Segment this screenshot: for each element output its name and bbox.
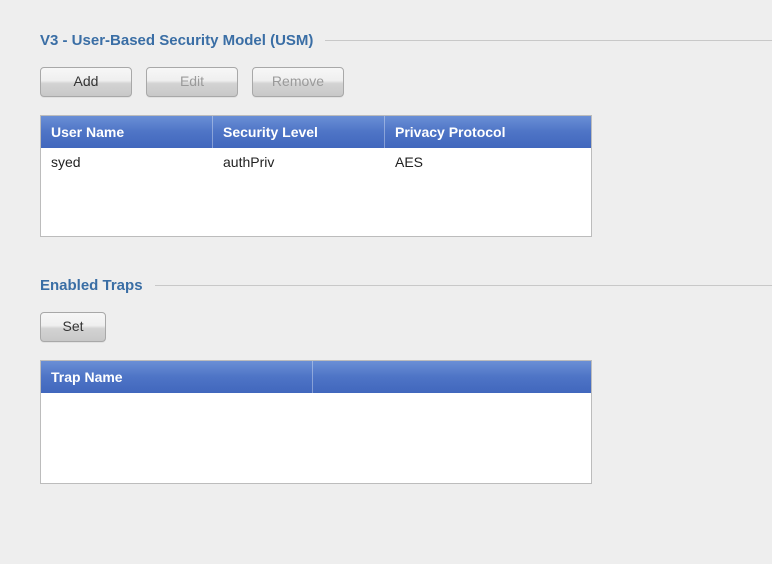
traps-col-blank[interactable] xyxy=(313,361,591,393)
traps-col-name[interactable]: Trap Name xyxy=(41,361,313,393)
usm-col-user[interactable]: User Name xyxy=(41,116,213,148)
usm-section-header: V3 - User-Based Security Model (USM) xyxy=(40,32,772,49)
usm-cell-user: syed xyxy=(41,154,213,170)
edit-button[interactable]: Edit xyxy=(146,67,238,97)
traps-section-header: Enabled Traps xyxy=(40,277,772,294)
usm-section-rule xyxy=(325,40,772,41)
usm-col-level[interactable]: Security Level xyxy=(213,116,385,148)
add-button[interactable]: Add xyxy=(40,67,132,97)
traps-table-body xyxy=(41,393,591,483)
usm-cell-priv: AES xyxy=(385,154,591,170)
usm-table-header: User Name Security Level Privacy Protoco… xyxy=(41,116,591,148)
set-button[interactable]: Set xyxy=(40,312,106,342)
table-row[interactable]: syed authPriv AES xyxy=(41,148,591,176)
traps-table: Trap Name xyxy=(40,360,592,484)
usm-table: User Name Security Level Privacy Protoco… xyxy=(40,115,592,237)
traps-section-title: Enabled Traps xyxy=(40,277,143,294)
remove-button[interactable]: Remove xyxy=(252,67,344,97)
traps-table-header: Trap Name xyxy=(41,361,591,393)
usm-col-priv[interactable]: Privacy Protocol xyxy=(385,116,591,148)
traps-section-rule xyxy=(155,285,772,286)
usm-cell-level: authPriv xyxy=(213,154,385,170)
usm-section-title: V3 - User-Based Security Model (USM) xyxy=(40,32,313,49)
